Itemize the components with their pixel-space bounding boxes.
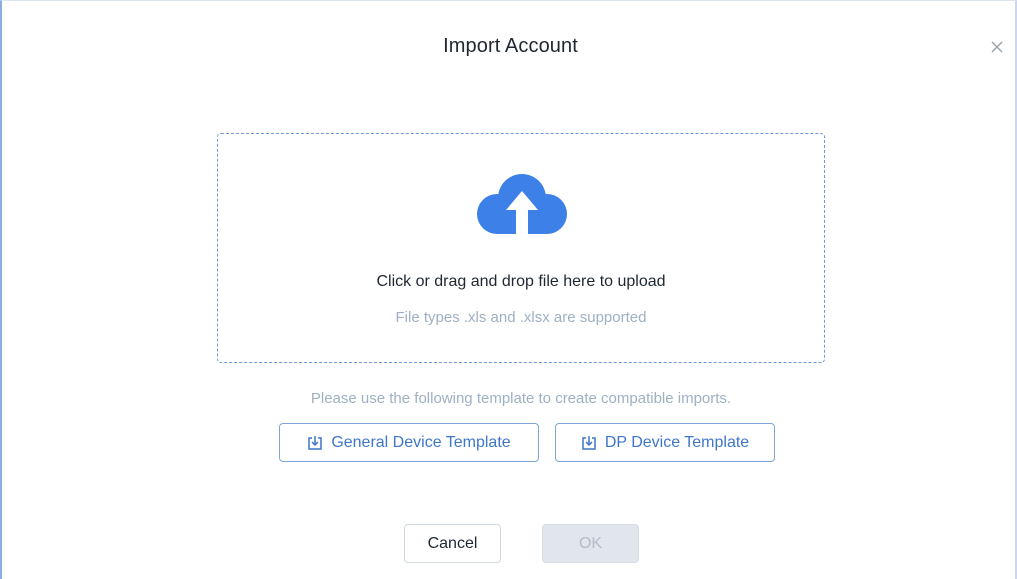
- supported-file-types: File types .xls and .xlsx are supported: [395, 309, 647, 326]
- dp-device-template-button[interactable]: DP Device Template: [555, 423, 775, 462]
- template-hint: Please use the following template to cre…: [310, 390, 732, 407]
- general-device-template-label: General Device Template: [331, 433, 511, 451]
- download-icon: [307, 435, 323, 451]
- cloud-upload-icon: [475, 171, 569, 237]
- ok-button[interactable]: OK: [542, 524, 639, 563]
- import-account-dialog: Import Account Click or drag and drop fi…: [0, 0, 1017, 579]
- download-icon: [581, 435, 597, 451]
- close-icon[interactable]: [987, 37, 1007, 57]
- dialog-title: Import Account: [443, 35, 578, 57]
- cancel-button[interactable]: Cancel: [404, 524, 501, 563]
- upload-dropzone[interactable]: [217, 133, 825, 363]
- dp-device-template-label: DP Device Template: [604, 433, 750, 451]
- general-device-template-button[interactable]: General Device Template: [279, 423, 539, 462]
- upload-instruction: Click or drag and drop file here to uplo…: [376, 273, 666, 290]
